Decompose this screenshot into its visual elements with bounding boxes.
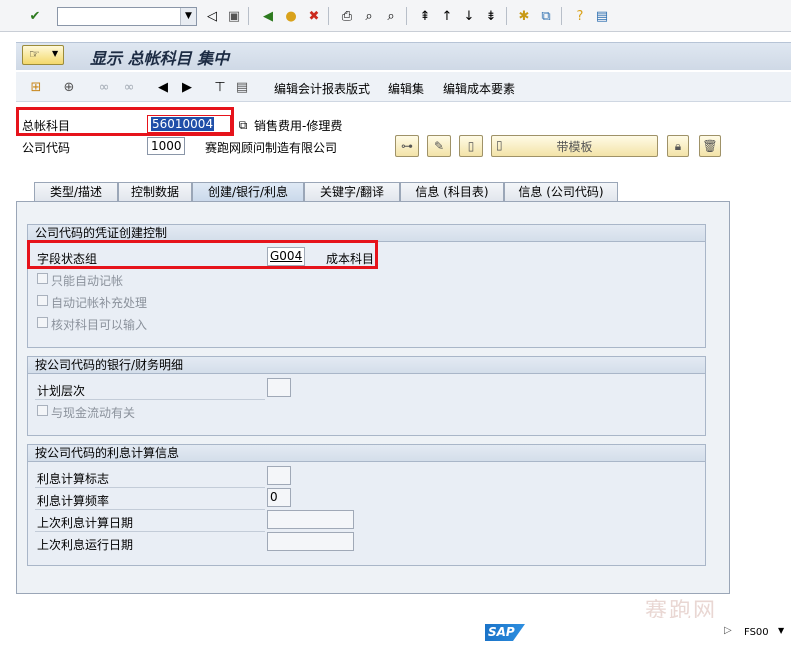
unlink-icon: ∞ <box>123 79 135 95</box>
transaction-code: FS00 <box>744 627 769 638</box>
find-next-icon[interactable]: ⌕ <box>382 7 400 25</box>
new-session-icon[interactable]: ✱ <box>515 7 533 25</box>
interest-frequency-value: 0 <box>270 490 278 504</box>
new-document-icon[interactable]: ▯ <box>459 135 483 157</box>
last-page-icon[interactable]: ⇟ <box>482 7 500 25</box>
document-icon[interactable]: ▤ <box>233 78 251 96</box>
planning-level-input[interactable] <box>267 378 291 397</box>
recon-input-checkbox <box>37 317 48 328</box>
menu-button[interactable]: ☞ ▼ <box>22 45 64 65</box>
chevron-down-icon: ▼ <box>52 49 59 58</box>
tab-keyword-translation[interactable]: 关键字/翻译 <box>304 182 400 202</box>
cash-flow-checkbox <box>37 405 48 416</box>
print-preview-icon[interactable]: ⊤ <box>211 78 229 96</box>
status-bar <box>0 618 791 646</box>
layout-icon[interactable]: ▤ <box>593 7 611 25</box>
company-code-value: 1000 <box>151 139 182 153</box>
command-field[interactable]: ▼ <box>57 7 197 26</box>
cancel-icon[interactable]: ✖ <box>305 7 323 25</box>
toolbar-divider <box>248 7 249 25</box>
shortcut-icon[interactable]: ⧉ <box>537 7 555 25</box>
interest-frequency-input[interactable]: 0 <box>267 488 291 507</box>
back-icon[interactable]: ◀ <box>259 7 277 25</box>
prev-page-icon[interactable]: ↑ <box>438 7 456 25</box>
exit-icon[interactable]: ● <box>282 7 300 25</box>
tab-control-data[interactable]: 控制数据 <box>118 182 192 202</box>
supplement-auto-checkbox <box>37 295 48 306</box>
previous-icon[interactable]: ◀ <box>154 78 172 96</box>
recon-input-label: 核对科目可以输入 <box>51 318 148 332</box>
trash-icon[interactable]: 🗑︎ <box>699 135 721 157</box>
tab-info-chart-of-accounts[interactable]: 信息 (科目表) <box>400 182 504 202</box>
last-calc-date-label: 上次利息计算日期 <box>37 516 134 530</box>
last-calc-date-input[interactable] <box>267 510 354 529</box>
tab-type-description[interactable]: 类型/描述 <box>34 182 118 202</box>
row-divider <box>35 487 265 488</box>
company-code-input[interactable]: 1000 <box>147 137 185 155</box>
toolbar-divider <box>506 7 507 25</box>
company-code-label: 公司代码 <box>22 141 71 155</box>
row-divider <box>35 399 265 400</box>
help-icon[interactable]: ? <box>571 7 589 25</box>
chevron-down-icon[interactable]: ▼ <box>778 626 784 635</box>
system-toolbar: ✔ ▼ ◁ ▣ ◀ ● ✖ ⎙ ⌕ ⌕ ⇞ ↑ ↓ ⇟ ✱ ⧉ ? ▤ <box>0 0 791 32</box>
company-code-description: 赛跑网顾问制造有限公司 <box>205 141 338 155</box>
toolbar-divider <box>328 7 329 25</box>
gl-account-description: 销售费用-修理费 <box>254 119 343 133</box>
menu-icon: ☞ <box>29 47 40 61</box>
hierarchy-icon[interactable]: ⊕ <box>60 78 78 96</box>
print-icon[interactable]: ⎙ <box>338 7 356 25</box>
interest-indicator-input[interactable] <box>267 466 291 485</box>
bank-group: 按公司代码的银行/财务明细 <box>27 356 706 436</box>
tab-create-bank-interest[interactable]: 创建/银行/利息 <box>192 182 304 202</box>
triangle-left-icon[interactable]: ◁ <box>203 7 221 25</box>
tab-info-company-code[interactable]: 信息 (公司代码) <box>504 182 618 202</box>
interest-indicator-label: 利息计算标志 <box>37 472 110 486</box>
toolbar-divider <box>406 7 407 25</box>
find-icon[interactable]: ⌕ <box>360 7 378 25</box>
save-icon[interactable]: ▣ <box>225 7 243 25</box>
last-run-date-input[interactable] <box>267 532 354 551</box>
interest-frequency-label: 利息计算频率 <box>37 494 110 508</box>
supplement-auto-label: 自动记帐补充处理 <box>51 296 148 310</box>
last-run-date-label: 上次利息运行日期 <box>37 538 134 552</box>
edit-report-layout-button[interactable]: 编辑会计报表版式 <box>274 80 370 97</box>
next-icon[interactable]: ▶ <box>178 78 196 96</box>
next-page-icon[interactable]: ↓ <box>460 7 478 25</box>
highlight-box <box>16 107 234 136</box>
interest-group-title: 按公司代码的利息计算信息 <box>28 445 705 462</box>
chevron-down-icon[interactable]: ▼ <box>180 8 196 25</box>
row-divider <box>35 531 265 532</box>
page-title: 显示 总帐科目 集中 <box>90 49 230 68</box>
highlight-box <box>27 240 378 269</box>
first-page-icon[interactable]: ⇞ <box>416 7 434 25</box>
edit-set-button[interactable]: 编辑集 <box>388 80 424 97</box>
lock-icon[interactable]: 🔒︎ <box>667 135 689 157</box>
edit-cost-element-button[interactable]: 编辑成本要素 <box>443 80 515 97</box>
enter-icon[interactable]: ✔ <box>26 7 44 25</box>
document-icon: ▯ <box>496 138 503 152</box>
toolbar-divider <box>561 7 562 25</box>
post-auto-only-checkbox <box>37 273 48 284</box>
other-object-icon[interactable]: ⊞ <box>27 78 45 96</box>
copy-icon[interactable]: ⧉ <box>234 116 252 134</box>
cash-flow-label: 与现金流动有关 <box>51 406 136 420</box>
glasses-icon[interactable]: ⊶ <box>395 135 419 157</box>
link-icon: ∞ <box>98 79 110 95</box>
row-divider <box>35 509 265 510</box>
triangle-right-icon[interactable]: ▷ <box>724 625 732 636</box>
post-auto-only-label: 只能自动记帐 <box>51 274 124 288</box>
with-template-button[interactable]: ▯ 带模板 <box>491 135 658 157</box>
bank-group-title: 按公司代码的银行/财务明细 <box>28 357 705 374</box>
pencil-icon[interactable]: ✎ <box>427 135 451 157</box>
planning-level-label: 计划层次 <box>37 384 86 398</box>
with-template-label: 带模板 <box>556 139 593 154</box>
